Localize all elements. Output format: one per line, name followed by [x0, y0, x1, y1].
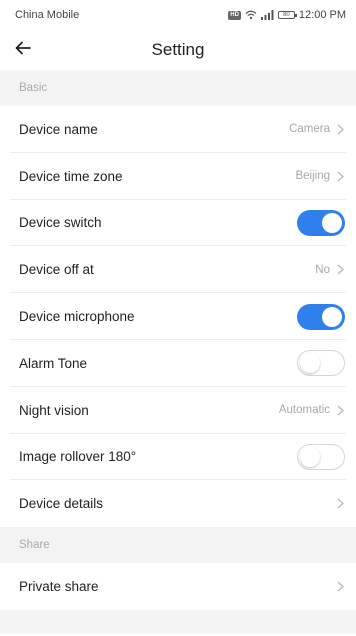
device-name-row[interactable]: Device name Camera — [0, 106, 356, 153]
row-label: Device details — [19, 496, 104, 512]
settings-list: Basic Device name Camera Device time zon… — [0, 70, 356, 634]
chevron-right-icon — [335, 169, 345, 183]
chevron-right-icon — [335, 497, 345, 511]
row-value: Automatic — [278, 404, 330, 417]
header: Setting — [0, 30, 356, 70]
device-switch-row: Device switch — [0, 200, 356, 247]
toggle-knob — [322, 306, 342, 327]
device-microphone-row: Device microphone — [0, 293, 356, 340]
chevron-right-icon — [335, 122, 345, 136]
section-title: Basic — [19, 82, 48, 94]
alarm-tone-toggle[interactable] — [297, 350, 345, 377]
arrow-left-icon — [15, 41, 31, 60]
device-details-row[interactable]: Device details — [0, 480, 356, 527]
row-label: Private share — [19, 579, 99, 595]
battery-level: 80 — [283, 12, 290, 18]
section-header-share: Share — [0, 527, 356, 564]
toggle-knob — [322, 212, 342, 233]
row-label: Device switch — [19, 215, 102, 231]
row-label: Image rollover 180° — [19, 449, 137, 465]
section-title: Share — [19, 539, 50, 552]
row-right: Automatic — [279, 403, 345, 417]
alarm-tone-row: Alarm Tone — [0, 340, 356, 387]
wifi-icon — [245, 10, 257, 20]
image-rollover-toggle[interactable] — [297, 443, 345, 470]
toggle-knob — [300, 446, 320, 467]
battery-icon: 80 — [277, 11, 297, 19]
row-right: Camera — [289, 122, 345, 136]
page-title: Setting — [151, 40, 205, 59]
chevron-right-icon — [335, 580, 345, 594]
back-button[interactable] — [15, 36, 43, 64]
chevron-right-icon — [335, 263, 345, 277]
signal-icon — [260, 10, 274, 20]
row-value: Beijing — [295, 170, 330, 183]
image-rollover-row: Image rollover 180° — [0, 434, 356, 481]
device-microphone-toggle[interactable] — [297, 303, 345, 330]
toggle-knob — [300, 353, 320, 374]
hd-icon: HD — [228, 10, 241, 20]
device-off-at-row[interactable]: Device off at No — [0, 246, 356, 293]
clock: 12:00 PM — [298, 9, 346, 21]
row-value: No — [315, 263, 330, 276]
status-bar: China Mobile HD 80 12:00 PM — [0, 0, 356, 30]
row-label: Device time zone — [19, 168, 123, 184]
row-value: Camera — [289, 123, 330, 136]
row-right: No — [315, 263, 345, 277]
carrier-name: China Mobile — [15, 9, 80, 21]
row-label: Device microphone — [19, 309, 135, 325]
section-header-basic: Basic — [0, 70, 356, 106]
row-label: Device name — [19, 121, 98, 137]
night-vision-row[interactable]: Night vision Automatic — [0, 387, 356, 434]
row-right — [335, 580, 345, 594]
status-icons: HD 80 12:00 PM — [228, 9, 346, 21]
row-label: Alarm Tone — [19, 355, 88, 371]
row-label: Device off at — [19, 262, 94, 278]
row-right: Beijing — [295, 169, 345, 183]
chevron-right-icon — [335, 403, 345, 417]
row-label: Night vision — [19, 402, 89, 418]
device-switch-toggle[interactable] — [297, 209, 345, 236]
private-share-row[interactable]: Private share — [0, 563, 356, 610]
device-time-zone-row[interactable]: Device time zone Beijing — [0, 153, 356, 200]
bottom-section-band — [0, 609, 356, 634]
row-right — [335, 497, 345, 511]
